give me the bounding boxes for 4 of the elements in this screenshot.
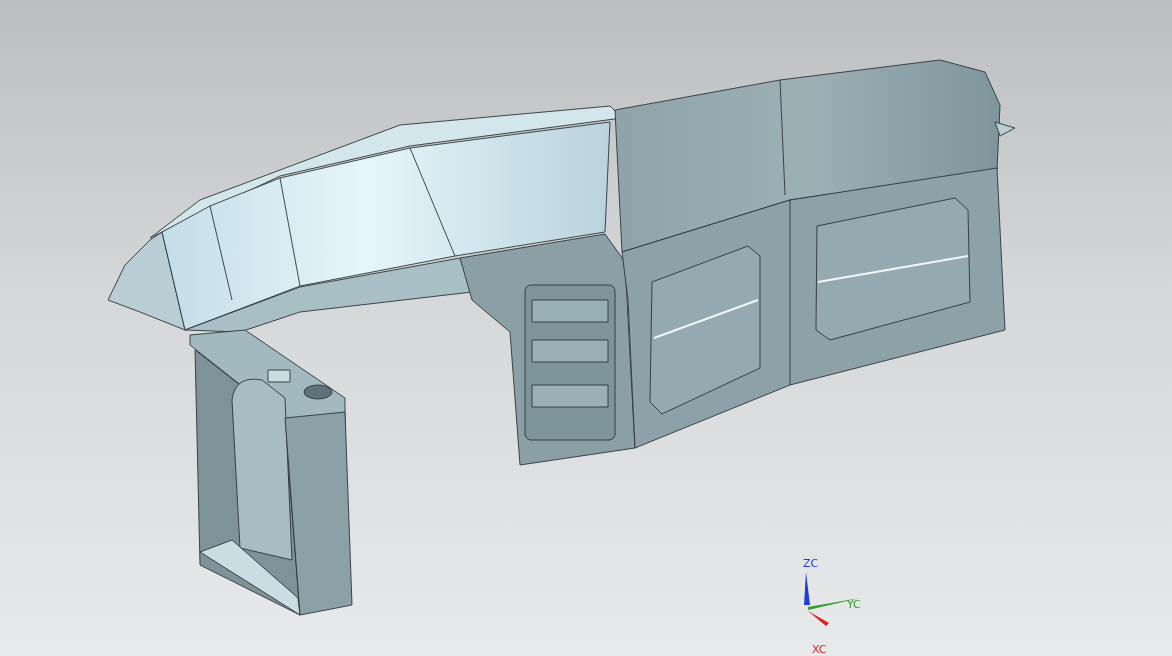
graphics-viewport[interactable]: ZC YC XC: [0, 0, 1172, 656]
axis-label: XC: [812, 643, 827, 656]
axis-label: ZC: [803, 557, 819, 570]
axis-label: YC: [847, 598, 861, 611]
